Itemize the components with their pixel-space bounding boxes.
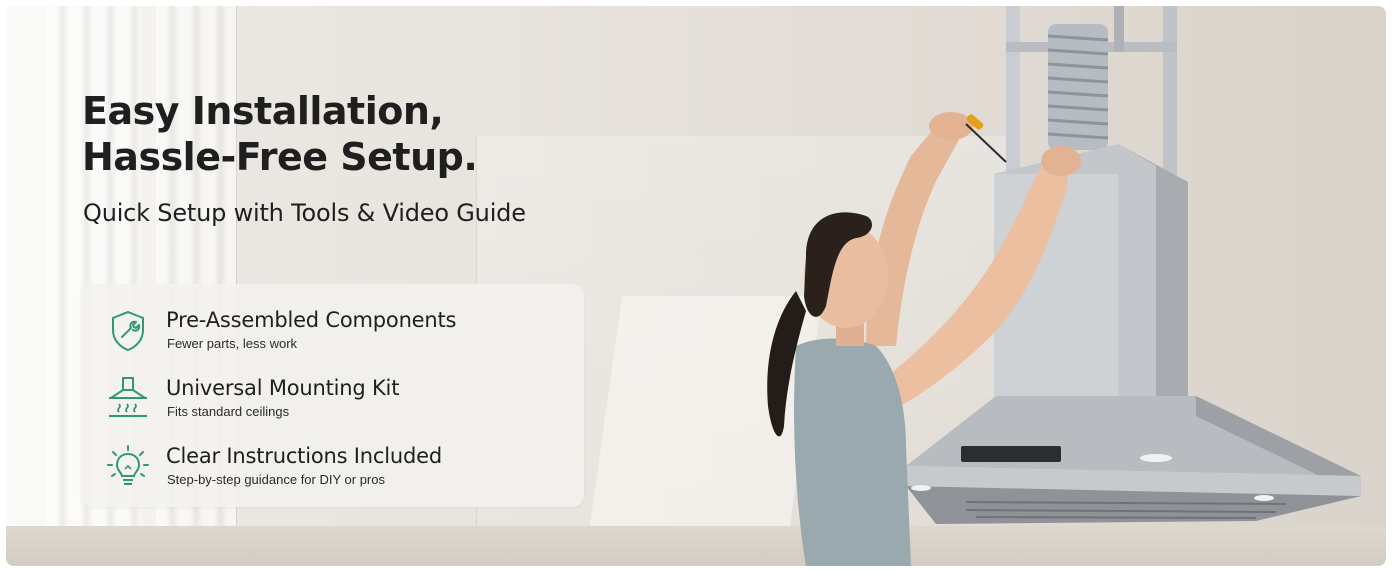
flexible-duct [1047,24,1109,150]
shield-wrench-icon [112,310,144,352]
lightbulb-icon [107,445,149,485]
feature-subtitle: Fewer parts, less work [167,336,298,351]
range-hood-icon [109,377,147,417]
feature-title: Universal Mounting Kit [166,376,400,400]
feature-title: Clear Instructions Included [166,444,442,468]
feature-item-mounting-kit: Universal Mounting Kit Fits standard cei… [81,376,584,436]
feature-subtitle: Fits standard ceilings [167,404,290,419]
hero-subtitle: Quick Setup with Tools & Video Guide [83,199,526,227]
hero-banner: Easy Installation, Hassle-Free Setup. Qu… [6,6,1386,566]
hero-title-line1: Easy Installation, [82,89,444,133]
hero-title: Easy Installation, Hassle-Free Setup. [82,88,478,180]
hero-title-line2: Hassle-Free Setup. [82,135,478,179]
feature-item-pre-assembled: Pre-Assembled Components Fewer parts, le… [81,308,584,368]
feature-title: Pre-Assembled Components [166,308,457,332]
feature-item-instructions: Clear Instructions Included Step-by-step… [81,444,584,504]
hood-canopy [906,396,1361,524]
features-card: Pre-Assembled Components Fewer parts, le… [81,284,584,507]
feature-subtitle: Step-by-step guidance for DIY or pros [167,472,385,487]
